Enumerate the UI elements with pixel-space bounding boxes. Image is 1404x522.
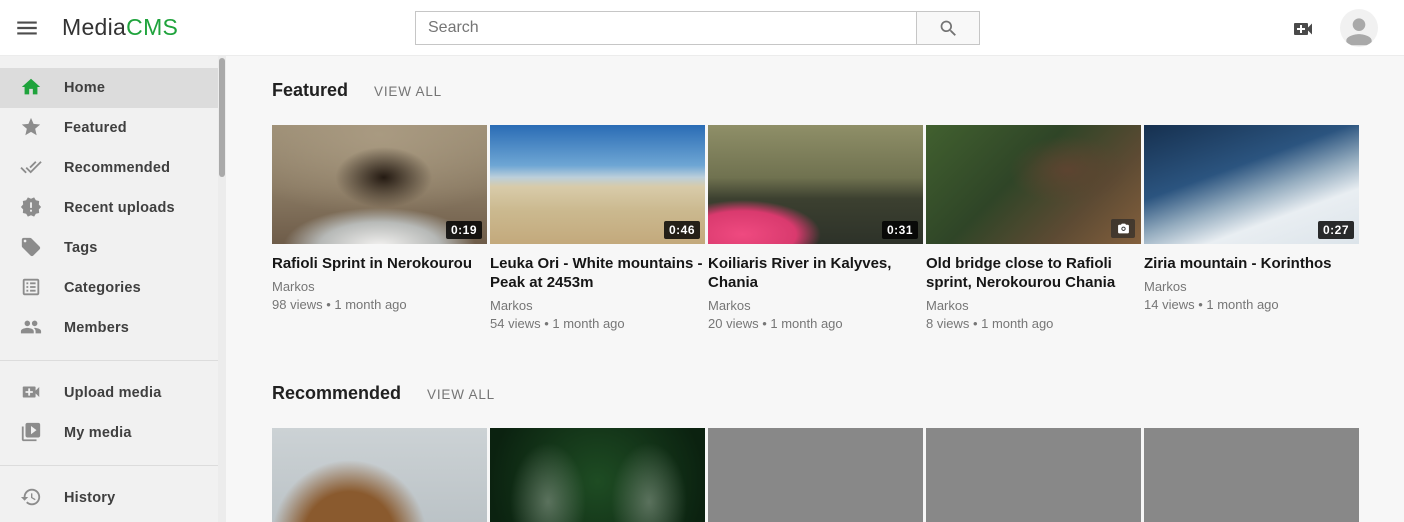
video-thumbnail[interactable] [272,428,487,522]
media-card: 0:46 Leuka Ori - White mountains - Peak … [490,125,705,331]
sidebar-item-recommended[interactable]: Recommended [0,148,218,188]
duration-badge: 0:31 [882,221,918,239]
media-meta: 14 views • 1 month ago [1144,297,1359,312]
media-author[interactable]: Markos [708,298,923,313]
sidebar-item-history[interactable]: History [0,478,218,518]
sidebar-item-label: History [64,490,115,506]
media-card: 0:31 Koiliaris River in Kalyves, Chania … [708,125,923,331]
media-title[interactable]: Rafioli Sprint in Nerokourou [272,254,487,273]
image-type-badge [1111,219,1135,238]
sidebar-item-label: Tags [64,240,98,256]
view-all-link[interactable]: VIEW ALL [427,387,495,402]
section-title: Recommended [272,383,401,404]
media-card: 0:19 Rafioli Sprint in Nerokourou Markos… [272,125,487,331]
featured-section: Featured VIEW ALL 0:19 Rafioli Sprint in… [272,80,1362,331]
sidebar-divider [0,360,218,361]
sidebar-item-members[interactable]: Members [0,308,218,348]
video-thumbnail[interactable]: 0:19 [272,125,487,244]
search-bar [415,11,980,45]
sidebar: Home Featured Recommended Recent uploads… [0,56,218,522]
media-card: 0:27 Ziria mountain - Korinthos Markos 1… [1144,125,1359,331]
media-meta: 98 views • 1 month ago [272,297,487,312]
star-icon [20,116,44,140]
camera-icon [1117,222,1130,235]
search-icon [938,18,959,39]
search-button[interactable] [916,11,980,45]
media-title[interactable]: Old bridge close to Rafioli sprint, Nero… [926,254,1141,292]
sidebar-item-label: Home [64,80,105,96]
media-card [708,428,923,522]
media-card: Old bridge close to Rafioli sprint, Nero… [926,125,1141,331]
add-media-icon [1291,17,1315,41]
video-call-icon [20,381,44,405]
menu-icon[interactable] [14,15,40,41]
media-author[interactable]: Markos [272,279,487,294]
sidebar-item-my-media[interactable]: My media [0,413,218,453]
home-icon [20,76,44,100]
scrollbar-thumb[interactable] [219,58,225,177]
video-thumbnail[interactable] [926,428,1141,522]
media-title[interactable]: Koiliaris River in Kalyves, Chania [708,254,923,292]
media-author[interactable]: Markos [926,298,1141,313]
tag-icon [20,236,44,260]
sidebar-item-tags[interactable]: Tags [0,228,218,268]
done-all-icon [20,156,44,180]
duration-badge: 0:19 [446,221,482,239]
logo-media: Media [62,14,126,40]
new-releases-icon [20,196,44,220]
people-icon [20,316,44,340]
logo[interactable]: MediaCMS [62,14,178,41]
recommended-section: Recommended VIEW ALL [272,383,1362,522]
video-thumbnail[interactable] [1144,428,1359,522]
sidebar-divider [0,465,218,466]
sidebar-item-recent-uploads[interactable]: Recent uploads [0,188,218,228]
history-icon [20,486,44,510]
media-card [1144,428,1359,522]
sidebar-item-featured[interactable]: Featured [0,108,218,148]
video-thumbnail[interactable]: 0:27 [1144,125,1359,244]
media-title[interactable]: Ziria mountain - Korinthos [1144,254,1359,273]
media-card [272,428,487,522]
video-thumbnail[interactable]: 0:31 [708,125,923,244]
sidebar-item-upload-media[interactable]: Upload media [0,373,218,413]
logo-cms: CMS [126,14,178,40]
view-all-link[interactable]: VIEW ALL [374,84,442,99]
sidebar-item-home[interactable]: Home [0,68,218,108]
user-avatar[interactable] [1340,9,1378,47]
video-thumbnail[interactable] [490,428,705,522]
user-person-icon [1340,12,1378,47]
sidebar-item-label: Recent uploads [64,200,175,216]
media-meta: 20 views • 1 month ago [708,316,923,331]
search-input[interactable] [415,11,916,45]
media-title[interactable]: Leuka Ori - White mountains - Peak at 24… [490,254,705,292]
top-bar: MediaCMS [0,0,1404,56]
media-card [926,428,1141,522]
sidebar-item-label: My media [64,425,132,441]
media-meta: 54 views • 1 month ago [490,316,705,331]
sidebar-item-categories[interactable]: Categories [0,268,218,308]
media-author[interactable]: Markos [1144,279,1359,294]
video-thumbnail[interactable]: 0:46 [490,125,705,244]
sidebar-item-label: Recommended [64,160,170,176]
image-thumbnail[interactable] [926,125,1141,244]
sidebar-item-label: Upload media [64,385,161,401]
sidebar-item-label: Members [64,320,129,336]
sidebar-scrollbar [218,56,226,522]
sidebar-item-label: Featured [64,120,127,136]
video-thumbnail[interactable] [708,428,923,522]
duration-badge: 0:46 [664,221,700,239]
media-meta: 8 views • 1 month ago [926,316,1141,331]
section-title: Featured [272,80,348,101]
video-library-icon [20,421,44,445]
list-alt-icon [20,276,44,300]
media-author[interactable]: Markos [490,298,705,313]
duration-badge: 0:27 [1318,221,1354,239]
sidebar-item-label: Categories [64,280,141,296]
upload-media-button[interactable] [1291,17,1315,41]
main-content: Featured VIEW ALL 0:19 Rafioli Sprint in… [226,56,1404,522]
media-card [490,428,705,522]
